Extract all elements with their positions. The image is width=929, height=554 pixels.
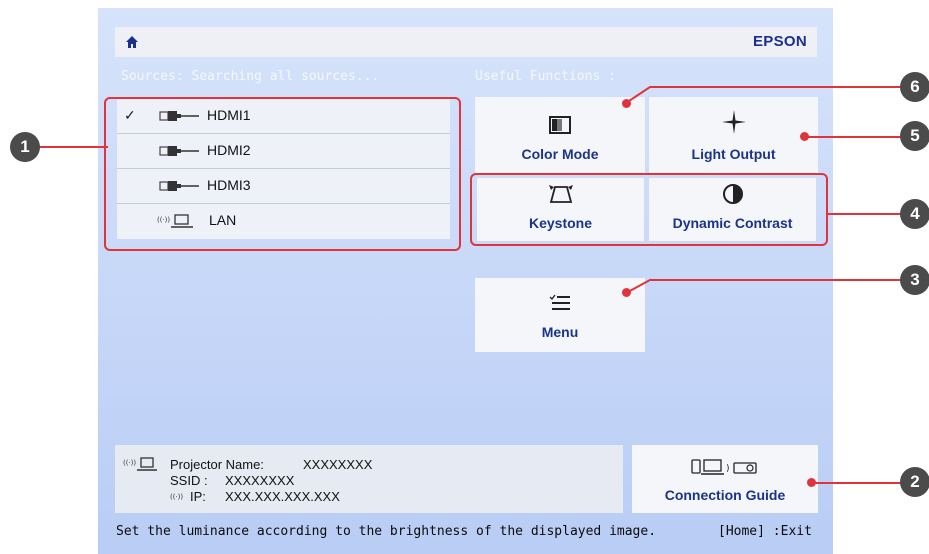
- useful-functions-label: Useful Functions :: [475, 69, 616, 84]
- menu-label: Menu: [541, 324, 579, 340]
- callout-dot-6: [622, 99, 631, 108]
- callout-line-4: [828, 213, 908, 215]
- projector-name-label: Projector Name:: [170, 457, 264, 472]
- svg-text:): ): [726, 464, 730, 474]
- svg-text:((·)): ((·)): [123, 459, 136, 467]
- projector-name-value: XXXXXXXX: [303, 457, 373, 472]
- callout-badge-6: 6: [900, 72, 929, 102]
- callout-line-3: [625, 279, 910, 294]
- callout-highlight-4: [470, 173, 828, 246]
- color-mode-icon: [549, 116, 571, 134]
- menu-list-icon: [549, 294, 570, 310]
- color-mode-label: Color Mode: [521, 146, 599, 162]
- callout-dot-5: [800, 132, 809, 141]
- light-output-icon: [721, 110, 746, 134]
- callout-badge-1: 1: [10, 132, 40, 162]
- connection-devices-icon: ): [691, 459, 757, 475]
- callout-line-6: [625, 86, 910, 104]
- status-message: Set the luminance according to the brigh…: [116, 524, 657, 539]
- light-output-label: Light Output: [691, 146, 776, 162]
- callout-badge-3: 3: [900, 265, 929, 295]
- callout-dot-3: [622, 288, 631, 297]
- callout-line-5: [805, 136, 905, 138]
- callout-badge-4: 4: [900, 199, 929, 229]
- title-bar: EPSON: [115, 27, 817, 57]
- network-computer-icon: ((·)): [123, 457, 157, 471]
- brand-logo: EPSON: [752, 33, 807, 50]
- network-info-panel: ((·)) Projector Name: XXXXXXXX SSID : XX…: [115, 445, 623, 513]
- callout-line-1: [38, 146, 108, 148]
- sources-label: Sources: Searching all sources...: [121, 69, 380, 84]
- svg-text:((·)): ((·)): [170, 493, 183, 501]
- callout-dot-2: [807, 478, 816, 487]
- wireless-signal-icon: ((·)): [170, 493, 183, 501]
- callout-highlight-1: [104, 97, 461, 251]
- callout-badge-2: 2: [900, 467, 929, 497]
- connection-guide-button[interactable]: ) Connection Guide: [632, 445, 818, 513]
- callout-line-2: [812, 482, 910, 484]
- ssid-label: SSID :: [170, 473, 208, 488]
- home-icon[interactable]: [125, 35, 139, 49]
- exit-hint: [Home] :Exit: [718, 524, 812, 539]
- ip-value: XXX.XXX.XXX.XXX: [225, 489, 340, 504]
- connection-guide-label: Connection Guide: [664, 487, 786, 503]
- ssid-value: XXXXXXXX: [225, 473, 295, 488]
- ip-label: IP:: [190, 489, 206, 504]
- callout-badge-5: 5: [900, 121, 929, 151]
